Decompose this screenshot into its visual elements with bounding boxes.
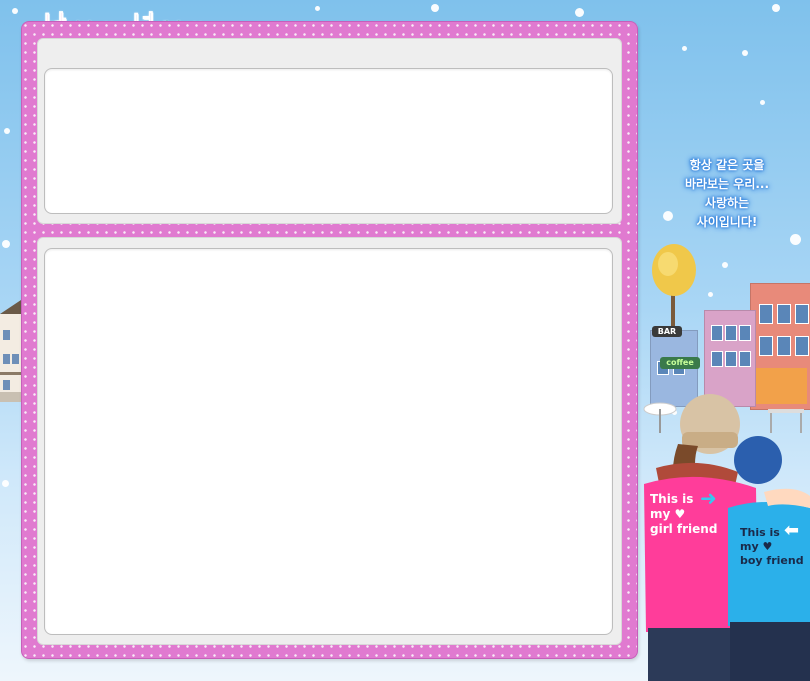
snowflake-icon bbox=[315, 6, 320, 11]
message-line: 항상 같은 곳을 bbox=[689, 158, 765, 172]
main-content-box[interactable] bbox=[44, 248, 613, 635]
snowflake-icon bbox=[431, 4, 439, 12]
arrow-left-icon: ⬅ bbox=[784, 520, 800, 541]
top-content-box[interactable] bbox=[44, 68, 613, 214]
boy-shirt-line: my ♥ bbox=[740, 540, 773, 553]
message-line: 사이입니다! bbox=[696, 215, 758, 229]
girl-shirt-line: girl friend bbox=[650, 522, 718, 536]
snowflake-icon bbox=[2, 480, 9, 487]
message-line: 사랑하는 bbox=[704, 196, 750, 210]
coffee-sign: coffee bbox=[660, 357, 700, 369]
tree-illustration bbox=[652, 244, 696, 332]
snowflake-icon bbox=[575, 8, 584, 17]
top-panel bbox=[37, 38, 622, 224]
romance-message: 항상 같은 곳을 바라보는 우리... 사랑하는 사이입니다! bbox=[648, 156, 806, 232]
couple-scene: 항상 같은 곳을 바라보는 우리... 사랑하는 사이입니다! BAR coff… bbox=[638, 0, 810, 681]
left-house-illustration bbox=[0, 300, 21, 405]
message-line: 바라보는 우리... bbox=[684, 177, 770, 191]
snowflake-icon bbox=[2, 240, 10, 248]
snowflake-icon bbox=[4, 128, 10, 134]
bar-sign: BAR bbox=[652, 326, 682, 337]
boy-shirt-line: boy friend bbox=[740, 554, 804, 567]
boy-figure: This is my ♥ boy friend ⬅ bbox=[724, 436, 810, 681]
main-frame bbox=[21, 21, 638, 659]
arrow-right-icon: ➜ bbox=[700, 486, 717, 510]
snowflake-icon bbox=[12, 8, 18, 14]
building-red bbox=[750, 283, 810, 410]
bottom-panel bbox=[37, 237, 622, 645]
